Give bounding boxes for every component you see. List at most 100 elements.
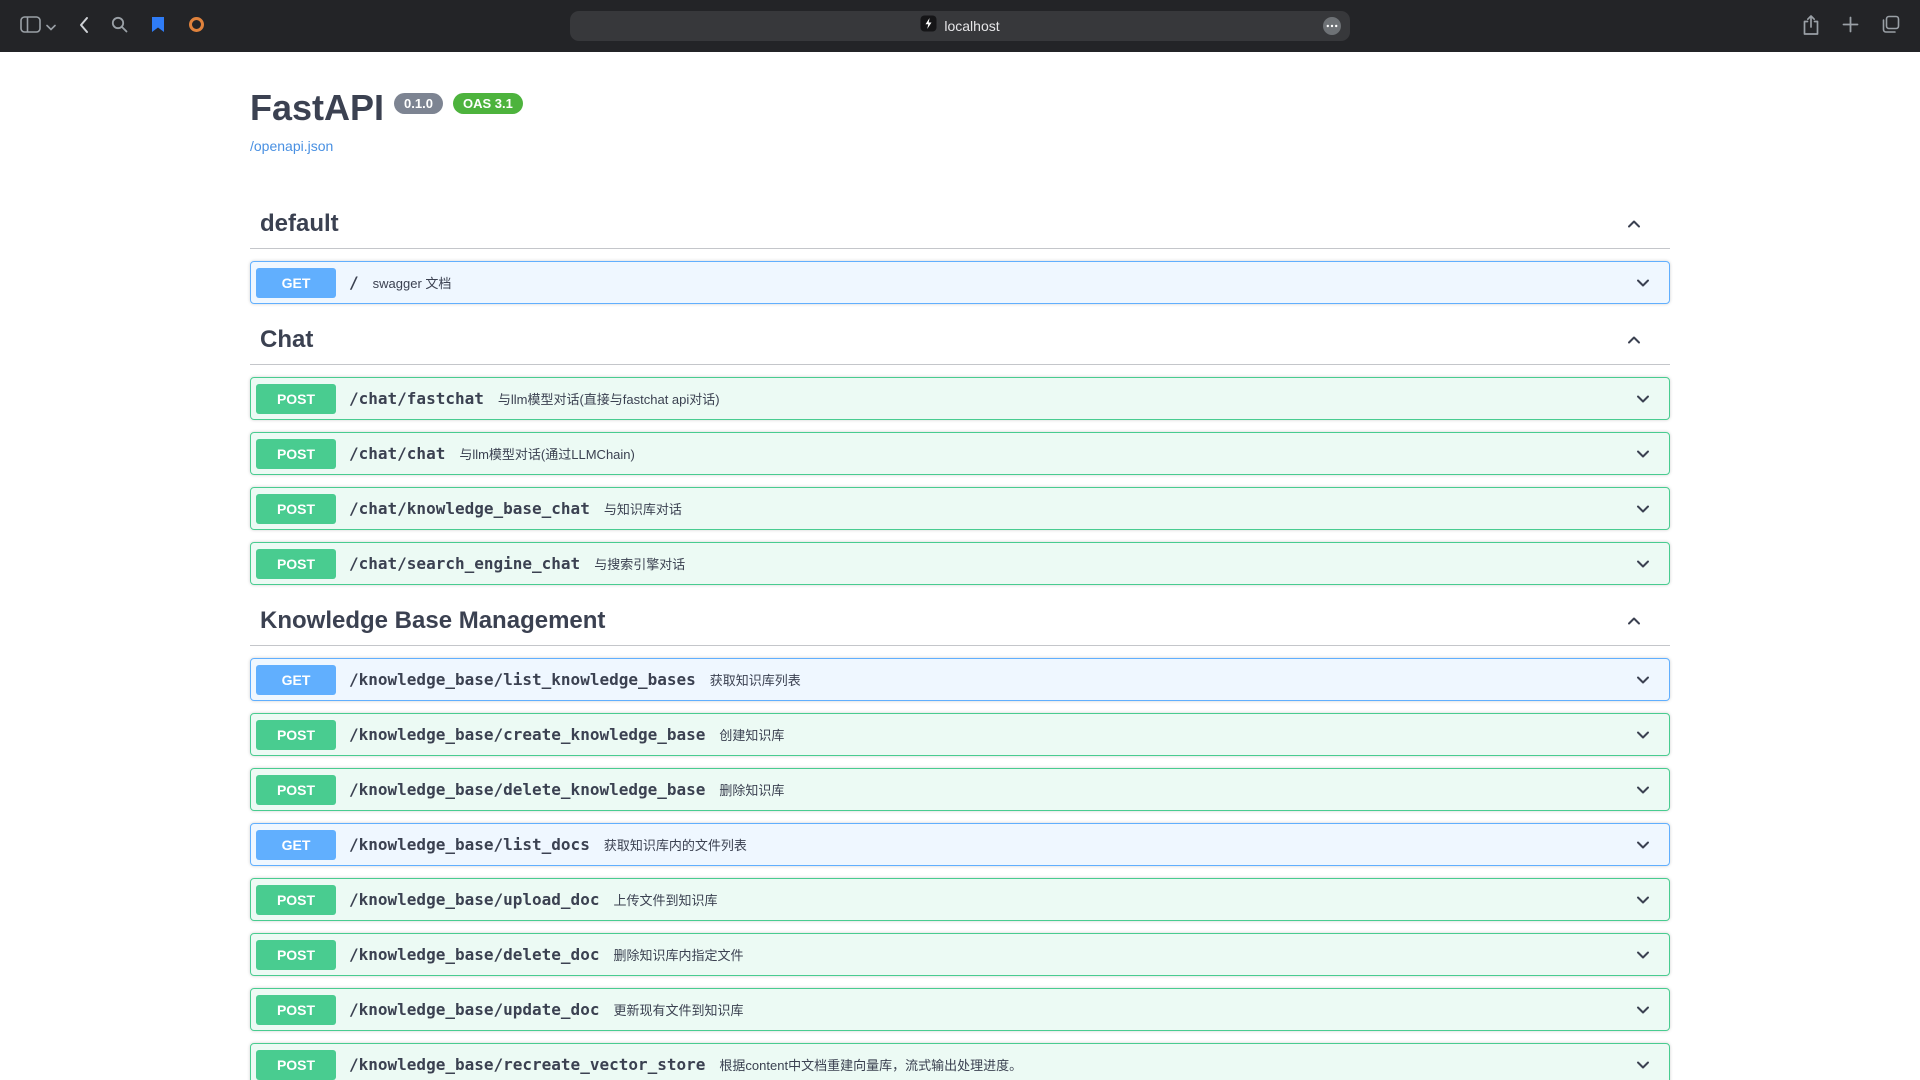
extension-button-1[interactable]: [150, 16, 166, 36]
browser-toolbar: localhost: [0, 0, 1920, 52]
operation-description: 与llm模型对话(通过LLMChain): [459, 444, 635, 463]
chevron-down-icon: [1633, 389, 1653, 409]
section-title: Knowledge Base Management: [260, 605, 1624, 637]
search-icon: [111, 16, 128, 36]
operation-description: 获取知识库内的文件列表: [604, 835, 747, 854]
operation-row[interactable]: POST/knowledge_base/delete_knowledge_bas…: [250, 768, 1670, 811]
method-badge: POST: [256, 720, 336, 750]
operation-row[interactable]: POST/knowledge_base/update_doc 更新现有文件到知识库: [250, 988, 1670, 1031]
chevron-down-icon: [1633, 780, 1653, 800]
operation-row[interactable]: GET/swagger 文档: [250, 261, 1670, 304]
method-badge: POST: [256, 1050, 336, 1080]
chevron-down-icon: [1633, 725, 1653, 745]
section-header-knowledge-base-management[interactable]: Knowledge Base Management: [250, 597, 1670, 646]
method-badge: POST: [256, 494, 336, 524]
operation-row[interactable]: POST/knowledge_base/upload_doc 上传文件到知识库: [250, 878, 1670, 921]
operation-description: 删除知识库: [719, 780, 784, 799]
operation-description: 根据content中文档重建向量库，流式输出处理进度。: [719, 1055, 1022, 1074]
chevron-up-icon: [1624, 330, 1644, 350]
back-icon: [78, 16, 89, 37]
search-button[interactable]: [111, 16, 128, 36]
operation-description: 创建知识库: [719, 725, 784, 744]
chevron-down-icon: [1633, 444, 1653, 464]
url-text: localhost: [944, 18, 999, 34]
api-section-chat: Chat POST/chat/fastchat 与llm模型对话(直接与fastch…: [250, 316, 1670, 585]
operation-path: /knowledge_base/create_knowledge_base: [349, 725, 705, 744]
operation-row[interactable]: POST/knowledge_base/delete_doc删除知识库内指定文件: [250, 933, 1670, 976]
chevron-up-icon: [1624, 611, 1644, 631]
method-badge: POST: [256, 885, 336, 915]
share-icon: [1802, 14, 1820, 39]
method-badge: GET: [256, 830, 336, 860]
chevron-down-icon: [46, 19, 56, 34]
section-header-chat[interactable]: Chat: [250, 316, 1670, 365]
sidebar-toggle-icon: [20, 16, 41, 36]
browser-window: localhost: [0, 0, 1920, 1080]
operation-path: /chat/chat: [349, 444, 445, 463]
tab-overview-icon: [1881, 15, 1900, 37]
chevron-down-icon: [1633, 890, 1653, 910]
operation-description: 与llm模型对话(直接与fastchat api对话): [498, 389, 720, 408]
operation-description: 获取知识库列表: [710, 670, 801, 689]
method-badge: POST: [256, 439, 336, 469]
operation-path: /knowledge_base/upload_doc: [349, 890, 599, 909]
oas-badge: OAS 3.1: [453, 93, 523, 114]
operation-row[interactable]: POST/knowledge_base/create_knowledge_bas…: [250, 713, 1670, 756]
operation-path: /knowledge_base/update_doc: [349, 1000, 599, 1019]
extension-icon-orange: [188, 16, 205, 36]
operation-description: 更新现有文件到知识库: [613, 1000, 743, 1019]
operation-path: /: [349, 273, 359, 292]
method-badge: GET: [256, 268, 336, 298]
api-info-block: FastAPI 0.1.0 OAS 3.1 /openapi.json: [250, 86, 1670, 156]
swagger-page: FastAPI 0.1.0 OAS 3.1 /openapi.json defa…: [230, 52, 1690, 1080]
toolbar-left-group: [20, 16, 205, 37]
operation-path: /chat/knowledge_base_chat: [349, 499, 590, 518]
site-favicon-bolt-icon: [920, 15, 937, 37]
share-button[interactable]: [1802, 14, 1820, 39]
chevron-down-icon: [1633, 1000, 1653, 1020]
operation-path: /knowledge_base/list_docs: [349, 835, 590, 854]
new-tab-button[interactable]: [1842, 16, 1859, 36]
operation-description: 删除知识库内指定文件: [613, 945, 743, 964]
extensions-ellipsis-button[interactable]: [1322, 16, 1342, 39]
method-badge: POST: [256, 995, 336, 1025]
chevron-down-icon: [1633, 670, 1653, 690]
section-title: Chat: [260, 324, 1624, 356]
operation-row[interactable]: GET/knowledge_base/list_knowledge_bases 获…: [250, 658, 1670, 701]
chevron-down-icon: [1633, 273, 1653, 293]
version-badge: 0.1.0: [394, 93, 443, 114]
page-title: FastAPI: [250, 86, 384, 130]
chevron-down-icon: [1633, 554, 1653, 574]
operation-row[interactable]: POST/chat/chat 与llm模型对话(通过LLMChain): [250, 432, 1670, 475]
operation-row[interactable]: POST/chat/fastchat 与llm模型对话(直接与fastchat a…: [250, 377, 1670, 420]
tab-overview-button[interactable]: [1881, 15, 1900, 37]
chevron-up-icon: [1624, 214, 1644, 234]
chevron-down-icon: [1633, 835, 1653, 855]
operation-path: /knowledge_base/delete_doc: [349, 945, 599, 964]
extension-button-2[interactable]: [188, 16, 205, 36]
operation-path: /knowledge_base/recreate_vector_store: [349, 1055, 705, 1074]
operation-path: /chat/fastchat: [349, 389, 484, 408]
operation-path: /knowledge_base/list_knowledge_bases: [349, 670, 696, 689]
back-button[interactable]: [78, 16, 89, 37]
operation-row[interactable]: POST/knowledge_base/recreate_vector_stor…: [250, 1043, 1670, 1080]
method-badge: POST: [256, 384, 336, 414]
api-section-default: defaultGET/swagger 文档: [250, 200, 1670, 304]
section-operations: GET/swagger 文档: [250, 249, 1670, 304]
operation-row[interactable]: POST/chat/search_engine_chat与搜索引擎对话: [250, 542, 1670, 585]
operation-row[interactable]: POST/chat/knowledge_base_chat 与知识库对话: [250, 487, 1670, 530]
chevron-down-icon: [1633, 945, 1653, 965]
section-operations: POST/chat/fastchat 与llm模型对话(直接与fastchat a…: [250, 365, 1670, 585]
toolbar-right-group: [1802, 14, 1900, 39]
sidebar-toggle-button[interactable]: [20, 16, 56, 36]
extension-icon-blue: [150, 16, 166, 36]
method-badge: GET: [256, 665, 336, 695]
openapi-spec-link[interactable]: /openapi.json: [250, 138, 333, 154]
address-bar[interactable]: localhost: [570, 11, 1350, 41]
operation-description: 与知识库对话: [604, 499, 682, 518]
operation-row[interactable]: GET/knowledge_base/list_docs 获取知识库内的文件列表: [250, 823, 1670, 866]
section-header-default[interactable]: default: [250, 200, 1670, 249]
operation-description: 上传文件到知识库: [613, 890, 717, 909]
operation-description: 与搜索引擎对话: [594, 554, 685, 573]
chevron-down-icon: [1633, 1055, 1653, 1075]
